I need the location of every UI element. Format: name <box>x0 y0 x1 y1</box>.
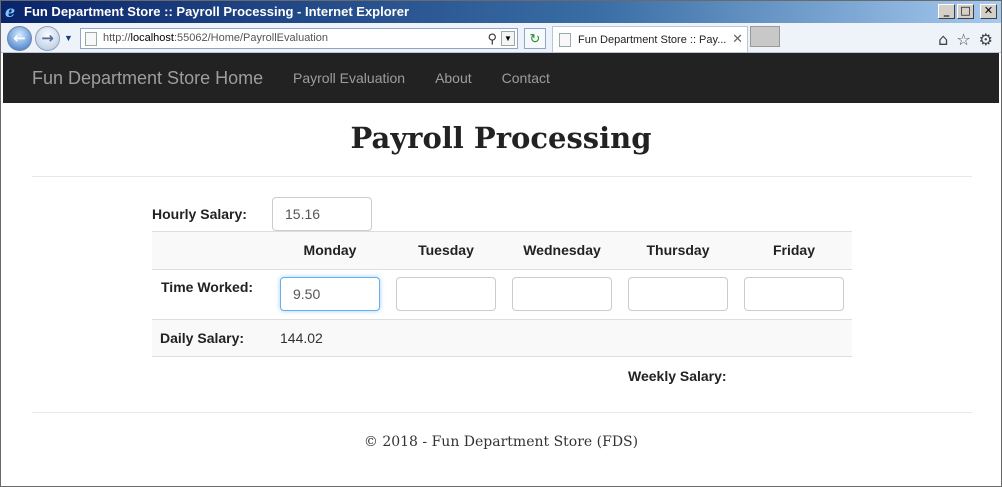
tab-label: Fun Department Store :: Pay... <box>578 34 727 46</box>
weekly-salary-label: Weekly Salary: <box>628 368 727 384</box>
navbar-brand-link[interactable]: Fun Department Store Home <box>32 67 263 89</box>
nav-link-payroll-evaluation[interactable]: Payroll Evaluation <box>293 70 405 86</box>
time-worked-label: Time Worked: <box>161 279 254 295</box>
window-controls: _ □ ✕ <box>938 4 997 19</box>
favorites-star-icon[interactable]: ☆ <box>956 30 970 49</box>
back-button[interactable]: ← <box>7 26 32 51</box>
time-worked-friday-input[interactable] <box>744 277 844 311</box>
time-worked-tuesday-input[interactable] <box>396 277 496 311</box>
settings-gear-icon[interactable]: ⚙ <box>979 30 993 49</box>
home-icon[interactable]: ⌂ <box>938 30 948 49</box>
new-tab-button[interactable] <box>750 26 780 47</box>
title-bar: e Fun Department Store :: Payroll Proces… <box>1 1 1001 23</box>
page-title: Payroll Processing <box>350 121 652 155</box>
time-worked-thursday-input[interactable] <box>628 277 728 311</box>
internet-explorer-icon: e <box>5 2 16 21</box>
maximize-button[interactable]: □ <box>957 4 974 19</box>
daily-salary-monday-value: 144.02 <box>280 330 323 346</box>
window-title: Fun Department Store :: Payroll Processi… <box>24 4 410 19</box>
address-bar[interactable]: http://localhost:55062/Home/PayrollEvalu… <box>80 28 518 49</box>
tab-close-icon[interactable]: ✕ <box>732 27 743 51</box>
browser-actions: ⌂ ☆ ⚙ <box>938 30 993 49</box>
history-dropdown-icon[interactable]: ▼ <box>64 33 73 43</box>
address-url[interactable]: http://localhost:55062/Home/PayrollEvalu… <box>103 29 328 48</box>
day-header-thursday: Thursday <box>646 242 710 258</box>
nav-link-about[interactable]: About <box>435 70 472 86</box>
daily-salary-row <box>152 319 852 357</box>
refresh-icon[interactable]: ↻ <box>524 28 546 49</box>
time-worked-monday-input[interactable]: 9.50 <box>280 277 380 311</box>
day-header-tuesday: Tuesday <box>418 242 474 258</box>
hourly-salary-label: Hourly Salary: <box>152 206 247 222</box>
site-navbar: Fun Department Store Home Payroll Evalua… <box>3 53 999 103</box>
nav-link-contact[interactable]: Contact <box>502 70 550 86</box>
forward-button[interactable]: → <box>35 26 60 51</box>
header-divider <box>32 176 972 177</box>
day-header-monday: Monday <box>303 242 357 258</box>
tab-page-icon <box>559 33 571 47</box>
browser-toolbar: ← → ▼ http://localhost:55062/Home/Payrol… <box>1 23 1001 53</box>
search-icon[interactable]: ⚲ <box>487 29 497 48</box>
footer-divider <box>32 412 972 413</box>
browser-window: e Fun Department Store :: Payroll Proces… <box>0 0 1002 487</box>
row-divider <box>152 269 852 270</box>
close-button[interactable]: ✕ <box>980 4 997 19</box>
page-icon <box>85 32 97 46</box>
day-header-wednesday: Wednesday <box>523 242 601 258</box>
hourly-salary-input[interactable]: 15.16 <box>272 197 372 231</box>
address-dropdown-icon[interactable]: ▼ <box>501 31 515 46</box>
day-header-friday: Friday <box>772 242 815 258</box>
time-worked-wednesday-input[interactable] <box>512 277 612 311</box>
footer-copyright: © 2018 - Fun Department Store (FDS) <box>363 434 639 450</box>
daily-salary-label: Daily Salary: <box>160 330 245 346</box>
minimize-button[interactable]: _ <box>938 4 955 19</box>
browser-tab[interactable]: Fun Department Store :: Pay... ✕ <box>552 26 748 52</box>
navbar-links: Payroll Evaluation About Contact <box>293 70 550 86</box>
row-divider <box>152 356 852 357</box>
page-content: Fun Department Store Home Payroll Evalua… <box>3 53 999 486</box>
